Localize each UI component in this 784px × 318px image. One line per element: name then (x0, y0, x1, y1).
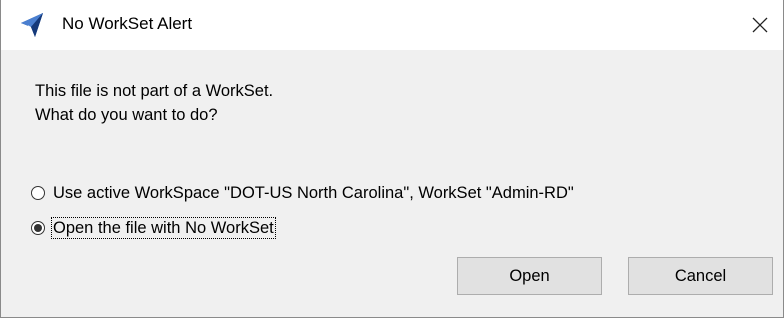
option-label[interactable]: Use active WorkSpace "DOT-US North Carol… (52, 183, 575, 203)
title-bar: No WorkSet Alert (1, 0, 783, 50)
message-line-2: What do you want to do? (35, 106, 218, 124)
radio-button-selected[interactable] (31, 221, 45, 235)
option-open-no-workset[interactable]: Open the file with No WorkSet (31, 216, 276, 240)
option-use-active-workspace[interactable]: Use active WorkSpace "DOT-US North Carol… (31, 181, 575, 205)
message-line-1: This file is not part of a WorkSet. (35, 82, 274, 100)
open-button[interactable]: Open (457, 257, 602, 295)
radio-button-unselected[interactable] (31, 186, 45, 200)
close-icon (752, 17, 768, 33)
option-label[interactable]: Open the file with No WorkSet (51, 217, 276, 239)
alert-message: This file is not part of a WorkSet. What… (35, 79, 273, 127)
cancel-button[interactable]: Cancel (628, 257, 773, 295)
close-button[interactable] (737, 0, 783, 50)
dialog-window: No WorkSet Alert This file is not part o… (0, 0, 784, 318)
app-logo-icon (19, 11, 47, 39)
window-title: No WorkSet Alert (62, 14, 193, 33)
